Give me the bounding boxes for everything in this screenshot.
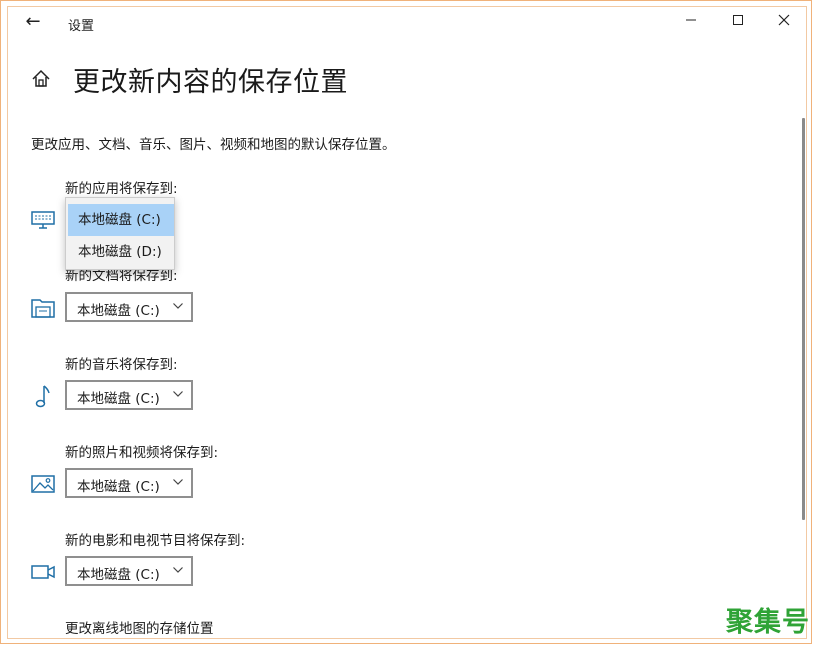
close-button[interactable] bbox=[772, 10, 796, 34]
picture-icon bbox=[29, 470, 57, 498]
chevron-down-icon bbox=[173, 567, 183, 573]
app-title: 设置 bbox=[68, 19, 95, 34]
back-arrow-icon[interactable]: ← bbox=[22, 11, 44, 33]
apps-drive-dropdown-menu: 本地磁盘 (C:) 本地磁盘 (D:) bbox=[65, 197, 175, 270]
apps-save-label: 新的应用将保存到: bbox=[65, 181, 178, 197]
home-icon bbox=[30, 68, 52, 90]
monitor-icon bbox=[29, 205, 57, 233]
movies-save-label: 新的电影和电视节目将保存到: bbox=[65, 533, 246, 549]
music-drive-dropdown[interactable]: 本地磁盘 (C:) bbox=[65, 380, 193, 410]
dropdown-value: 本地磁盘 (C:) bbox=[77, 479, 160, 495]
offline-maps-link[interactable]: 更改离线地图的存储位置 bbox=[65, 617, 214, 637]
chevron-down-icon bbox=[173, 479, 183, 485]
close-icon bbox=[778, 14, 790, 26]
minimize-icon bbox=[686, 19, 696, 21]
title-bar: ← 设置 bbox=[8, 7, 806, 39]
watermark-logo: 聚集号 bbox=[726, 607, 810, 638]
video-camera-icon bbox=[29, 558, 57, 586]
folder-icon bbox=[29, 294, 57, 322]
music-note-icon bbox=[29, 382, 57, 410]
minimize-button[interactable] bbox=[679, 10, 703, 34]
movies-drive-dropdown[interactable]: 本地磁盘 (C:) bbox=[65, 556, 193, 586]
scrollbar[interactable] bbox=[802, 118, 805, 520]
page-title: 更改新内容的保存位置 bbox=[73, 67, 348, 98]
page-description: 更改应用、文档、音乐、图片、视频和地图的默认保存位置。 bbox=[31, 137, 396, 153]
photos-drive-dropdown[interactable]: 本地磁盘 (C:) bbox=[65, 468, 193, 498]
drive-option-c[interactable]: 本地磁盘 (C:) bbox=[68, 204, 174, 236]
music-save-label: 新的音乐将保存到: bbox=[65, 357, 178, 373]
chevron-down-icon bbox=[173, 303, 183, 309]
drive-option-d[interactable]: 本地磁盘 (D:) bbox=[68, 236, 174, 268]
documents-drive-dropdown[interactable]: 本地磁盘 (C:) bbox=[65, 292, 193, 322]
maximize-icon bbox=[733, 15, 743, 25]
maximize-button[interactable] bbox=[726, 10, 750, 34]
dropdown-value: 本地磁盘 (C:) bbox=[77, 567, 160, 583]
dropdown-value: 本地磁盘 (C:) bbox=[77, 391, 160, 407]
dropdown-value: 本地磁盘 (C:) bbox=[77, 303, 160, 319]
photos-save-label: 新的照片和视频将保存到: bbox=[65, 445, 219, 461]
chevron-down-icon bbox=[173, 391, 183, 397]
